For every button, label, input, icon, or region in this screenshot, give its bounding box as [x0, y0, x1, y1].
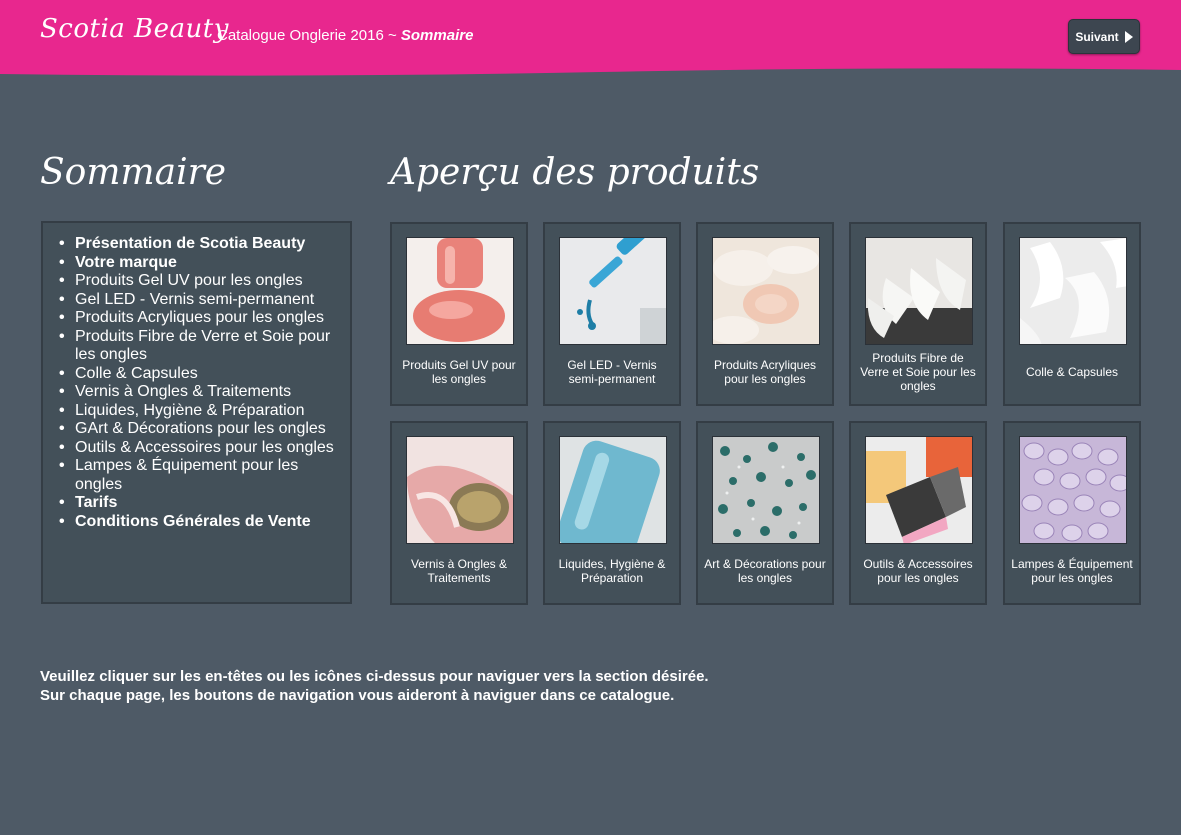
toc-item-gel-uv[interactable]: Produits Gel UV pour les ongles: [57, 272, 340, 291]
product-tile-colle-capsules[interactable]: Colle & Capsules: [1003, 222, 1141, 406]
liquid-bottle-image[interactable]: [559, 436, 667, 544]
product-tile-lampes[interactable]: Lampes & Équipement pour les ongles: [1003, 421, 1141, 605]
nail-polish-image[interactable]: [406, 436, 514, 544]
play-arrow-icon: [1124, 30, 1133, 43]
instructions-text: Veuillez cliquer sur les en-têtes ou les…: [40, 667, 709, 705]
next-button[interactable]: Suivant: [1068, 19, 1140, 54]
apercu-title: Aperçu des produits: [390, 152, 760, 193]
uv-lamp-image[interactable]: [1019, 436, 1127, 544]
product-label: Art & Décorations pour les ongles: [704, 557, 826, 585]
product-label: Colle & Capsules: [1025, 365, 1119, 379]
toc-item-gel-led[interactable]: Gel LED - Vernis semi-permanent: [57, 291, 340, 310]
brand-logo[interactable]: Scotia Beauty: [40, 14, 229, 44]
toc-item-votre-marque[interactable]: Votre marque: [57, 254, 340, 273]
product-label: Liquides, Hygiène & Préparation: [558, 557, 666, 585]
header-bar: Scotia Beauty Catalogue Onglerie 2016 ~ …: [0, 0, 1181, 80]
toc-item-liquides[interactable]: Liquides, Hygiène & Préparation: [57, 402, 340, 421]
toc-item-art-decorations[interactable]: GArt & Décorations pour les ongles: [57, 420, 340, 439]
product-label: Produits Gel UV pour les ongles: [402, 358, 516, 386]
nail-tips-image[interactable]: [1019, 237, 1127, 345]
product-grid: Produits Gel UV pour les ongles Gel LED …: [390, 222, 1142, 605]
product-label: Vernis à Ongles & Traitements: [410, 557, 508, 585]
buffer-blocks-image[interactable]: [865, 436, 973, 544]
instructions-line-2: Sur chaque page, les boutons de navigati…: [40, 687, 675, 704]
product-tile-acryliques[interactable]: Produits Acryliques pour les ongles: [696, 222, 834, 406]
product-label: Lampes & Équipement pour les ongles: [1011, 557, 1133, 585]
product-tile-gel-uv[interactable]: Produits Gel UV pour les ongles: [390, 222, 528, 406]
toc-item-lampes[interactable]: Lampes & Équipement pour les ongles: [57, 457, 340, 494]
toc-item-cgv[interactable]: Conditions Générales de Vente: [57, 513, 340, 532]
product-tile-art-decorations[interactable]: Art & Décorations pour les ongles: [696, 421, 834, 605]
product-tile-fibre-soie[interactable]: Produits Fibre de Verre et Soie pour les…: [849, 222, 987, 406]
product-tile-liquides[interactable]: Liquides, Hygiène & Préparation: [543, 421, 681, 605]
catalogue-title: Catalogue Onglerie 2016 ~ Sommaire: [217, 27, 474, 44]
toc-item-vernis[interactable]: Vernis à Ongles & Traitements: [57, 383, 340, 402]
gel-uv-image[interactable]: [406, 237, 514, 345]
toc-item-acryliques[interactable]: Produits Acryliques pour les ongles: [57, 309, 340, 328]
product-label: Outils & Accessoires pour les ongles: [863, 557, 973, 585]
toc-item-presentation[interactable]: Présentation de Scotia Beauty: [57, 235, 340, 254]
product-tile-outils[interactable]: Outils & Accessoires pour les ongles: [849, 421, 987, 605]
product-label: Produits Fibre de Verre et Soie pour les…: [860, 351, 976, 393]
product-label: Gel LED - Vernis semi-permanent: [567, 358, 657, 386]
toc-item-fibre-soie[interactable]: Produits Fibre de Verre et Soie pour les…: [57, 328, 340, 365]
instructions-line-1: Veuillez cliquer sur les en-têtes ou les…: [40, 668, 709, 685]
fiberglass-silk-image[interactable]: [865, 237, 973, 345]
acrylic-powder-image[interactable]: [712, 237, 820, 345]
current-section: Sommaire: [400, 27, 474, 44]
next-label: Suivant: [1075, 29, 1119, 44]
product-label: Produits Acryliques pour les ongles: [713, 358, 817, 386]
product-tile-vernis[interactable]: Vernis à Ongles & Traitements: [390, 421, 528, 605]
toc-item-tarifs[interactable]: Tarifs: [57, 494, 340, 513]
toc-item-colle-capsules[interactable]: Colle & Capsules: [57, 365, 340, 384]
table-of-contents: Présentation de Scotia Beauty Votre marq…: [41, 221, 352, 604]
sommaire-title: Sommaire: [40, 152, 227, 193]
rhinestones-image[interactable]: [712, 436, 820, 544]
gel-led-image[interactable]: [559, 237, 667, 345]
product-tile-gel-led[interactable]: Gel LED - Vernis semi-permanent: [543, 222, 681, 406]
toc-item-outils[interactable]: Outils & Accessoires pour les ongles: [57, 439, 340, 458]
